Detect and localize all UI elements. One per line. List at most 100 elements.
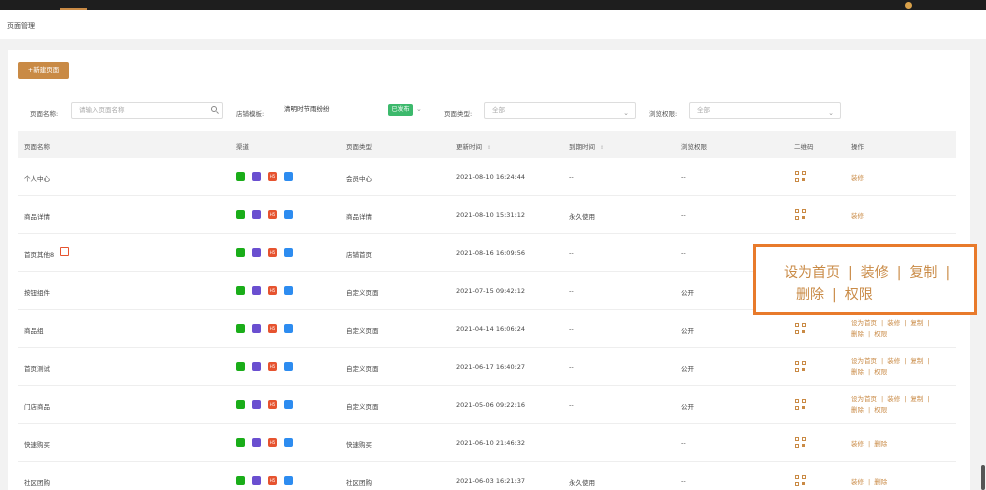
page-name-cell: 商品组 [24,327,44,335]
row-actions: 设为首页 | 装修 | 复制 | 删除 | 权限 [851,394,934,416]
mini-program-icon [252,438,261,447]
qrcode-icon[interactable] [795,475,806,486]
page-name-cell: 按钮组件 [24,289,50,297]
separator: | [904,319,907,327]
wechat-icon [236,324,245,333]
table-row: 商品组 H5 自定义页面 2021-04-14 16:06:24 -- 公开 设为首页 | 装修… [18,310,956,348]
separator: | [868,368,871,376]
delete-link[interactable]: 删除 [851,406,864,414]
copy-link[interactable]: 复制 [910,395,923,403]
mini-program-icon [252,286,261,295]
separator: | [881,395,884,403]
page-name-cell: 门店商品 [24,403,50,411]
decorate-link[interactable]: 装修 [851,174,864,182]
qrcode-icon[interactable] [795,399,806,410]
header-permission: 浏览权限 [681,143,707,151]
page-type-cell: 商品详情 [346,213,372,221]
separator: | [868,478,871,486]
h5-icon: H5 [268,362,277,371]
mini-program-icon [252,476,261,485]
expire-time-cell: -- [569,325,574,333]
expire-time-cell: -- [569,173,574,181]
separator: | [904,357,907,365]
qrcode-icon[interactable] [795,171,806,182]
separator: | [927,357,930,365]
page-name-placeholder: 请输入页面名称 [79,106,125,114]
updated-time-cell: 2021-05-06 09:22:16 [456,401,526,409]
chevron-down-icon[interactable]: ⌄ [416,105,422,113]
header-channel: 渠道 [236,143,249,151]
permission-link[interactable]: 权限 [874,368,887,376]
separator: | [868,440,871,448]
page-name-input[interactable]: 请输入页面名称 [71,102,223,119]
row-actions: 设为首页 | 装修 | 复制 | 删除 | 权限 [851,356,934,378]
sort-icon[interactable]: ⇕ [600,145,604,151]
app-icon [284,172,293,181]
header-expire-label: 到期时间 [569,143,595,151]
app-icon [284,362,293,371]
delete-link[interactable]: 删除 [874,478,887,486]
updated-time-cell: 2021-08-10 16:24:44 [456,173,526,181]
updated-time-cell: 2021-08-16 16:09:56 [456,249,526,257]
header-expire[interactable]: 到期时间 ⇕ [569,141,604,151]
header-updated-label: 更新时间 [456,143,482,151]
scrollbar[interactable] [981,465,985,490]
callout-line-1: 设为首页 | 装修 | 复制 | [784,265,951,281]
permission-label: 浏览权限: [649,110,678,118]
page-name-cell: 商品详情 [24,213,50,221]
decorate-link[interactable]: 装修 [851,212,864,220]
template-label: 店铺模板: [236,110,265,118]
copy-link[interactable]: 复制 [910,357,923,365]
app-icon [284,210,293,219]
table-row: 快速购买 H5 快速购买 2021-06-10 21:46:32 -- 装修 | 删除 [18,424,956,462]
qrcode-icon[interactable] [795,361,806,372]
header-updated[interactable]: 更新时间 ⇕ [456,141,491,151]
qrcode-icon[interactable] [795,209,806,220]
decorate-link[interactable]: 装修 [851,478,864,486]
delete-link[interactable]: 删除 [851,330,864,338]
page-type-cell: 会员中心 [346,175,372,183]
expire-time-cell: -- [569,363,574,371]
separator: | [868,406,871,414]
sort-icon[interactable]: ⇕ [487,145,491,151]
delete-link[interactable]: 删除 [874,440,887,448]
updated-time-cell: 2021-08-10 15:31:12 [456,211,526,219]
page-type-cell: 自定义页面 [346,289,379,297]
updated-time-cell: 2021-07-15 09:42:12 [456,287,526,295]
qrcode-icon[interactable] [795,437,806,448]
h5-icon: H5 [268,248,277,257]
decorate-link[interactable]: 装修 [851,440,864,448]
page-type-cell: 社区团购 [346,479,372,487]
decorate-link[interactable]: 装修 [887,319,900,327]
set-home-link[interactable]: 设为首页 [851,319,877,327]
search-icon[interactable] [211,106,217,112]
app-icon [284,248,293,257]
permission-link[interactable]: 权限 [874,406,887,414]
page-name-cell: 快速购买 [24,441,50,449]
app-icon [284,476,293,485]
callout-permission: 权限 [844,287,873,303]
new-page-button[interactable]: +新建页面 [18,62,69,79]
set-home-link[interactable]: 设为首页 [851,357,877,365]
copy-link[interactable]: 复制 [910,319,923,327]
chevron-down-icon: ⌄ [623,109,629,117]
h5-icon: H5 [268,476,277,485]
h5-icon: H5 [268,438,277,447]
delete-link[interactable]: 删除 [851,368,864,376]
set-home-link[interactable]: 设为首页 [851,395,877,403]
decorate-link[interactable]: 装修 [887,357,900,365]
page-type-cell: 快速购买 [346,441,372,449]
qrcode-icon[interactable] [795,323,806,334]
h5-icon: H5 [268,324,277,333]
mini-program-icon [252,324,261,333]
user-avatar[interactable] [905,2,912,9]
permission-cell: -- [681,477,686,485]
page-name-cell: 首页其他8 [24,251,55,259]
separator: | [881,357,884,365]
decorate-link[interactable]: 装修 [887,395,900,403]
updated-time-cell: 2021-06-10 21:46:32 [456,439,526,447]
app-icon [284,400,293,409]
page-type-select[interactable]: 全部 ⌄ [484,102,636,119]
permission-select[interactable]: 全部 ⌄ [689,102,841,119]
permission-link[interactable]: 权限 [874,330,887,338]
